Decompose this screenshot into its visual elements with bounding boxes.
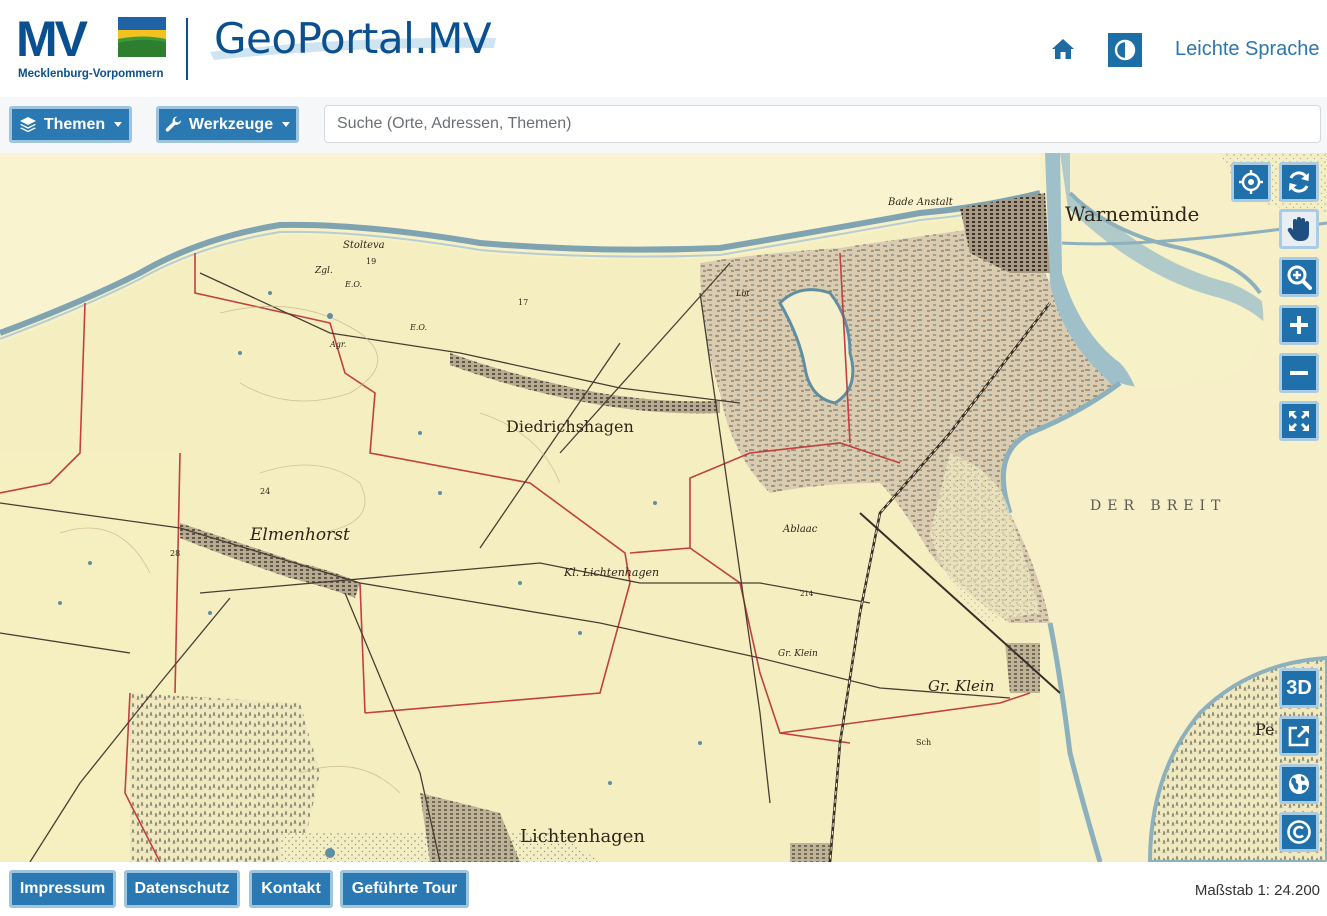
label-elmenhorst: Elmenhorst xyxy=(250,525,350,545)
logo-letters: MV xyxy=(16,11,88,67)
label-lichtenhagen: Lichtenhagen xyxy=(520,826,645,847)
external-link-icon xyxy=(1288,726,1309,747)
external-link-button[interactable] xyxy=(1279,716,1319,756)
globe-button[interactable] xyxy=(1279,764,1319,804)
3d-view-button[interactable]: 3D xyxy=(1279,668,1319,708)
label-gr-klein: Gr. Klein xyxy=(928,677,995,695)
label-sch: Sch xyxy=(916,738,932,747)
label-warnemuende: Warnemünde xyxy=(1065,202,1200,226)
label-214: 214 xyxy=(800,590,814,598)
wrench-icon xyxy=(165,116,181,132)
pan-button[interactable] xyxy=(1279,209,1319,249)
zoom-box-button[interactable] xyxy=(1279,257,1319,297)
label-gr-klein-small: Gr. Klein xyxy=(778,649,818,659)
copyright-icon xyxy=(1287,820,1311,844)
tools-dropdown-button[interactable]: Werkzeuge xyxy=(156,106,299,143)
3d-label: 3D xyxy=(1286,676,1312,699)
map-scale-text: Maßstab 1: 24.200 xyxy=(1194,882,1320,899)
state-flag-icon xyxy=(118,17,166,57)
label-agr: Agr. xyxy=(330,340,347,349)
zoom-in-button[interactable] xyxy=(1279,305,1319,345)
tools-label: Werkzeuge xyxy=(188,115,274,133)
logo-state-name: Mecklenburg-Vorpommern xyxy=(18,68,164,80)
label-lbt: Lbt xyxy=(736,289,750,298)
chevron-down-icon xyxy=(282,122,291,127)
label-28: 28 xyxy=(170,549,181,558)
label-ablaac: Ablaac xyxy=(783,524,818,535)
portal-title-text: GeoPortal.MV xyxy=(214,14,492,63)
toolbar: Themen Werkzeuge xyxy=(0,97,1327,153)
label-kl-lichtenhagen: Kl. Lichtenhagen xyxy=(564,566,660,579)
fullscreen-icon xyxy=(1289,411,1309,431)
privacy-button[interactable]: Datenschutz xyxy=(124,870,240,908)
search-input[interactable] xyxy=(324,105,1321,143)
contact-button[interactable]: Kontakt xyxy=(249,870,333,908)
label-diedrichshagen: Diedrichshagen xyxy=(506,417,634,436)
zoom-out-button[interactable] xyxy=(1279,353,1319,393)
globe-icon xyxy=(1289,774,1309,794)
hand-icon xyxy=(1287,217,1309,241)
label-stolteva: Stolteva xyxy=(343,240,385,251)
easy-language-link[interactable]: Leichte Sprache xyxy=(1175,38,1320,61)
layers-icon xyxy=(19,117,36,133)
refresh-icon xyxy=(1289,171,1309,193)
label-eo-2: E.O. xyxy=(410,323,428,332)
impressum-button[interactable]: Impressum xyxy=(9,870,116,908)
label-19: 19 xyxy=(366,257,377,266)
fullscreen-button[interactable] xyxy=(1279,401,1319,441)
home-icon xyxy=(1052,39,1074,59)
contrast-icon xyxy=(1114,39,1136,61)
footer: Impressum Datenschutz Kontakt Geführte T… xyxy=(0,862,1327,916)
chevron-down-icon xyxy=(114,122,123,127)
plus-icon xyxy=(1290,316,1308,334)
map-view[interactable]: Warnemünde Bade Anstalt Diedrichshagen E… xyxy=(0,153,1327,862)
label-17: 17 xyxy=(518,298,529,307)
crosshair-icon xyxy=(1239,170,1263,194)
portal-title[interactable]: GeoPortal.MV xyxy=(206,12,506,67)
label-24: 24 xyxy=(260,487,271,496)
logo-divider xyxy=(186,18,188,80)
themes-dropdown-button[interactable]: Themen xyxy=(9,106,132,143)
app: MV Mecklenburg-Vorpommern GeoPortal.MV L… xyxy=(0,0,1327,916)
header: MV Mecklenburg-Vorpommern GeoPortal.MV L… xyxy=(0,0,1327,97)
label-zgl: Zgl. xyxy=(315,266,333,276)
home-button[interactable] xyxy=(1048,34,1078,64)
minus-icon xyxy=(1290,371,1308,375)
label-eo-1: E.O. xyxy=(345,280,363,289)
zoom-box-icon xyxy=(1287,265,1312,290)
label-pe: Pe xyxy=(1255,720,1275,739)
label-bade-anstalt: Bade Anstalt xyxy=(888,197,953,208)
contrast-button[interactable] xyxy=(1108,33,1142,67)
label-breit: DER BREIT xyxy=(1090,498,1227,514)
locate-button[interactable] xyxy=(1231,162,1271,202)
mv-logo[interactable]: MV Mecklenburg-Vorpommern xyxy=(16,11,176,84)
copyright-button[interactable] xyxy=(1279,812,1319,852)
guided-tour-button[interactable]: Geführte Tour xyxy=(340,870,469,908)
refresh-button[interactable] xyxy=(1279,162,1319,202)
themes-label: Themen xyxy=(43,115,106,133)
